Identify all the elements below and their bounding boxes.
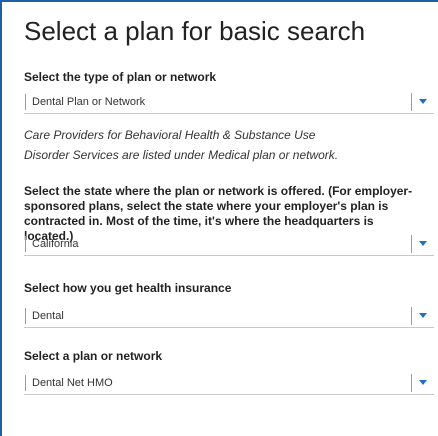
chevron-down-icon[interactable]	[412, 371, 434, 395]
insurance-source-value: Dental	[32, 309, 64, 322]
chevron-down-icon[interactable]	[412, 90, 434, 114]
plan-type-value: Dental Plan or Network	[32, 95, 146, 108]
plan-search-panel: Select a plan for basic search Select th…	[0, 0, 438, 436]
note-line-2: Disorder Services are listed under Medic…	[24, 148, 339, 162]
plan-value: Dental Net HMO	[32, 376, 113, 389]
insurance-source-select[interactable]: Dental	[24, 304, 434, 328]
chevron-down-icon[interactable]	[412, 232, 434, 256]
state-label-line-1: Select the state where the plan or netwo…	[24, 184, 413, 198]
plan-select[interactable]: Dental Net HMO	[24, 371, 434, 395]
state-select[interactable]: California	[24, 232, 434, 256]
state-label-line-2: sponsored plans, select the state where …	[24, 199, 389, 213]
insurance-source-label: Select how you get health insurance	[24, 281, 232, 295]
plan-label: Select a plan or network	[24, 349, 163, 363]
plan-type-select[interactable]: Dental Plan or Network	[24, 90, 434, 114]
note-line-1: Care Providers for Behavioral Health & S…	[24, 128, 316, 142]
plan-type-label: Select the type of plan or network	[24, 70, 217, 84]
page-title: Select a plan for basic search	[24, 16, 366, 46]
behavioral-health-note: Care Providers for Behavioral Health & S…	[24, 125, 424, 165]
state-label-line-3: contracted in. Most of the time, it's wh…	[24, 214, 374, 228]
state-value: California	[32, 237, 79, 250]
chevron-down-icon[interactable]	[412, 304, 434, 328]
